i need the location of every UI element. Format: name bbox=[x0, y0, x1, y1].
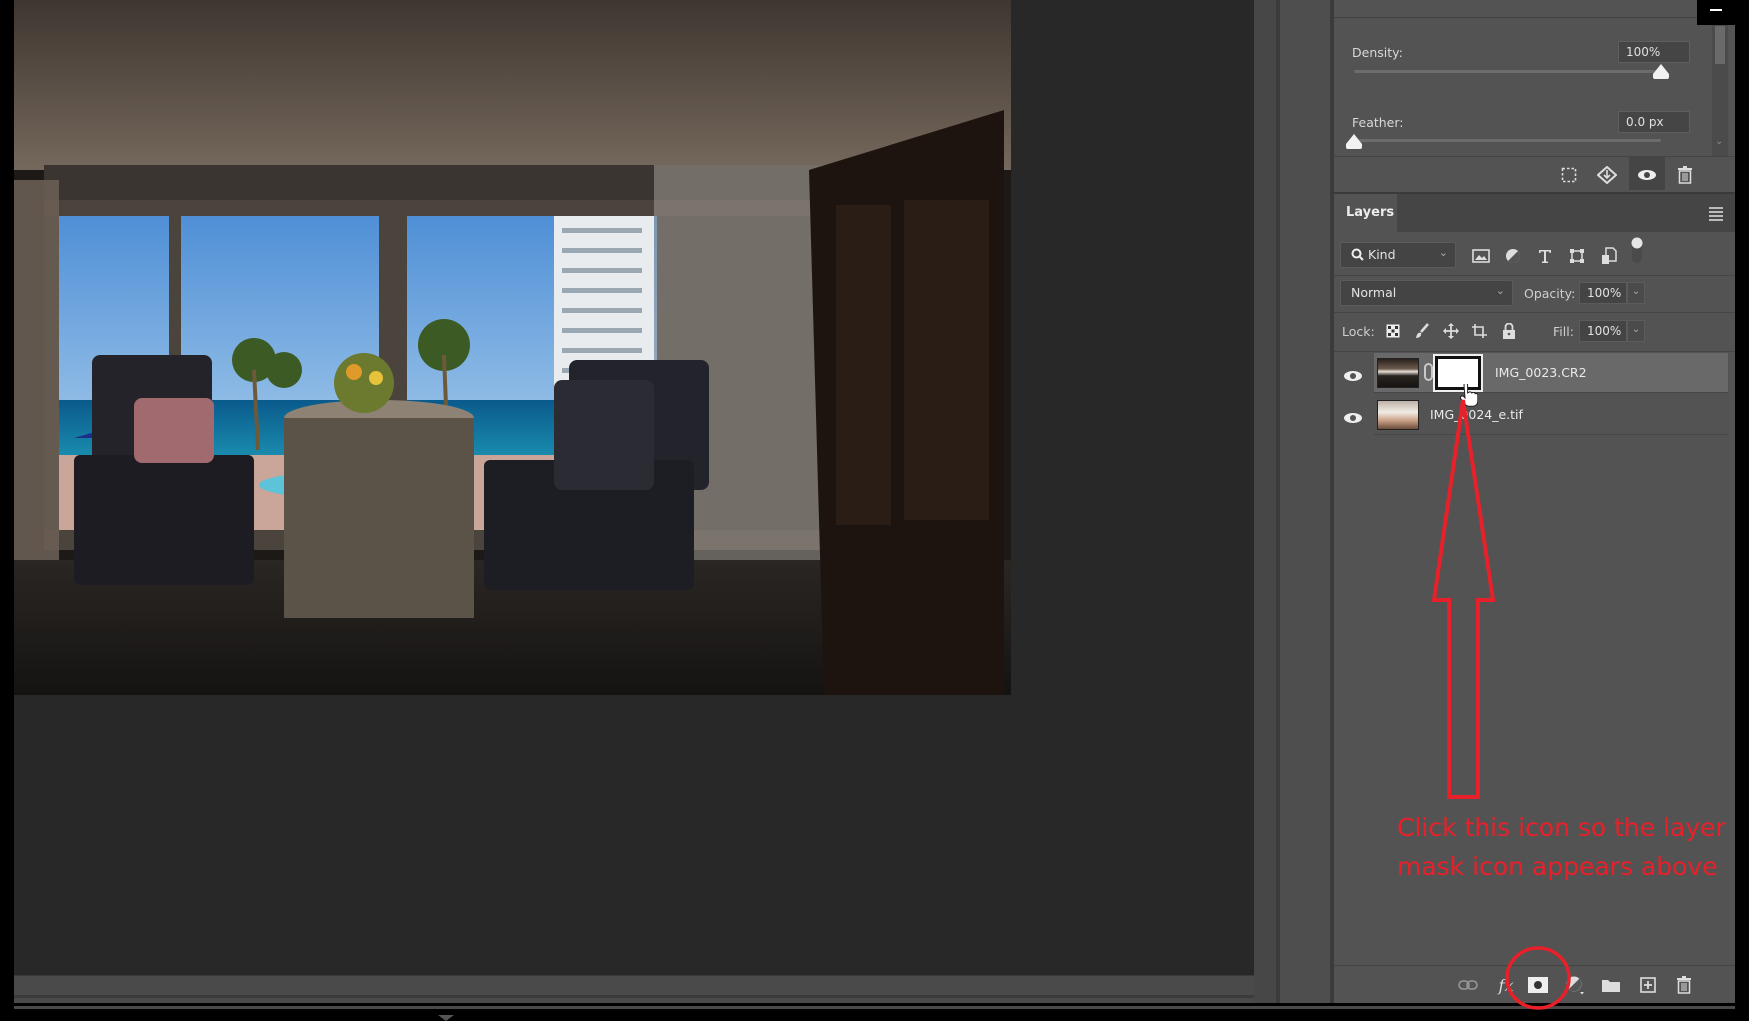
blend-mode-value: Normal bbox=[1351, 285, 1397, 300]
density-slider-track[interactable] bbox=[1354, 70, 1661, 73]
filter-kind-label: Kind bbox=[1368, 247, 1396, 262]
bottom-marker-icon bbox=[438, 1015, 454, 1021]
opacity-label: Opacity: bbox=[1524, 286, 1576, 301]
new-layer-icon[interactable] bbox=[1636, 973, 1660, 997]
lock-image-icon[interactable] bbox=[1411, 320, 1433, 342]
density-label: Density: bbox=[1352, 45, 1403, 60]
adjustment-filter-icon[interactable] bbox=[1502, 245, 1524, 267]
annotation-text: Click this icon so the layer mask icon a… bbox=[1397, 813, 1726, 881]
layer-row[interactable]: IMG_0024_e.tif bbox=[1374, 395, 1728, 435]
smart-object-filter-icon[interactable] bbox=[1598, 245, 1620, 267]
type-filter-icon[interactable] bbox=[1534, 245, 1556, 267]
lock-transparent-icon[interactable] bbox=[1382, 320, 1404, 342]
room-photo-illustration bbox=[14, 0, 1011, 695]
layer-visibility-eye-icon[interactable] bbox=[1343, 409, 1365, 423]
layer-thumbnail bbox=[1377, 358, 1419, 388]
properties-scrollbar[interactable]: ⌄ bbox=[1712, 18, 1728, 156]
selection-from-mask-icon[interactable] bbox=[1558, 164, 1580, 186]
delete-layer-icon[interactable] bbox=[1672, 973, 1696, 997]
fx-icon[interactable]: fx bbox=[1494, 973, 1518, 997]
density-input[interactable]: 100% bbox=[1618, 41, 1690, 63]
feather-slider-track[interactable] bbox=[1354, 139, 1661, 142]
tab-layers[interactable]: Layers bbox=[1334, 194, 1397, 234]
fill-label: Fill: bbox=[1553, 324, 1574, 339]
document-canvas[interactable] bbox=[14, 0, 1254, 975]
fill-dropdown-button[interactable]: ⌄ bbox=[1627, 320, 1645, 342]
layers-footer-toolbar: fx bbox=[1334, 965, 1735, 1003]
status-bar-strip bbox=[14, 1006, 1735, 1009]
pixel-filter-icon[interactable] bbox=[1470, 245, 1492, 267]
hand-cursor-icon bbox=[1458, 382, 1479, 412]
lock-all-icon[interactable] bbox=[1498, 320, 1520, 342]
lock-artboard-icon[interactable] bbox=[1469, 320, 1491, 342]
link-layers-icon[interactable] bbox=[1456, 973, 1480, 997]
layer-thumbnail bbox=[1377, 400, 1419, 430]
opacity-input[interactable]: 100% bbox=[1579, 282, 1627, 304]
vertical-scrollbar[interactable] bbox=[1254, 0, 1276, 1003]
fill-input[interactable]: 100% bbox=[1579, 320, 1627, 342]
chevron-down-icon: ⌄ bbox=[1495, 284, 1505, 297]
search-icon bbox=[1351, 248, 1364, 261]
filter-toggle-icon[interactable] bbox=[1626, 237, 1648, 263]
canvas-photo bbox=[14, 0, 1011, 695]
add-layer-mask-icon[interactable] bbox=[1526, 973, 1550, 997]
horizontal-scrollbar[interactable] bbox=[14, 975, 1254, 1003]
new-group-icon[interactable] bbox=[1599, 973, 1623, 997]
layer-filter-select[interactable]: Kind ⌄ bbox=[1340, 242, 1456, 268]
feather-label: Feather: bbox=[1352, 115, 1404, 130]
apply-mask-icon[interactable] bbox=[1596, 164, 1618, 186]
chevron-down-icon: ⌄ bbox=[1438, 246, 1448, 259]
opacity-dropdown-button[interactable]: ⌄ bbox=[1627, 282, 1645, 304]
layer-row[interactable]: IMG_0023.CR2 bbox=[1374, 353, 1728, 393]
adjustment-layer-icon[interactable] bbox=[1563, 973, 1587, 997]
blend-mode-select[interactable]: Normal ⌄ bbox=[1340, 280, 1513, 306]
window-minimize-button[interactable] bbox=[1697, 0, 1735, 25]
delete-mask-icon[interactable] bbox=[1674, 164, 1696, 186]
feather-input[interactable]: 0.0 px bbox=[1618, 111, 1690, 133]
properties-toolbar bbox=[1334, 156, 1735, 190]
layer-visibility-eye-icon[interactable] bbox=[1343, 367, 1365, 381]
scroll-down-icon[interactable]: ⌄ bbox=[1715, 136, 1723, 147]
layers-panel-header: Layers bbox=[1334, 192, 1735, 234]
mask-link-icon[interactable] bbox=[1424, 363, 1433, 381]
lock-position-icon[interactable] bbox=[1440, 320, 1462, 342]
collapsed-panel-dock bbox=[1280, 0, 1330, 1003]
shape-filter-icon[interactable] bbox=[1566, 245, 1588, 267]
lock-label: Lock: bbox=[1342, 324, 1375, 339]
properties-scroll-thumb[interactable] bbox=[1715, 26, 1725, 64]
properties-header bbox=[1334, 0, 1735, 18]
layer-name[interactable]: IMG_0023.CR2 bbox=[1495, 365, 1587, 380]
panel-menu-icon[interactable] bbox=[1709, 207, 1723, 223]
visibility-eye-icon[interactable] bbox=[1636, 164, 1658, 186]
